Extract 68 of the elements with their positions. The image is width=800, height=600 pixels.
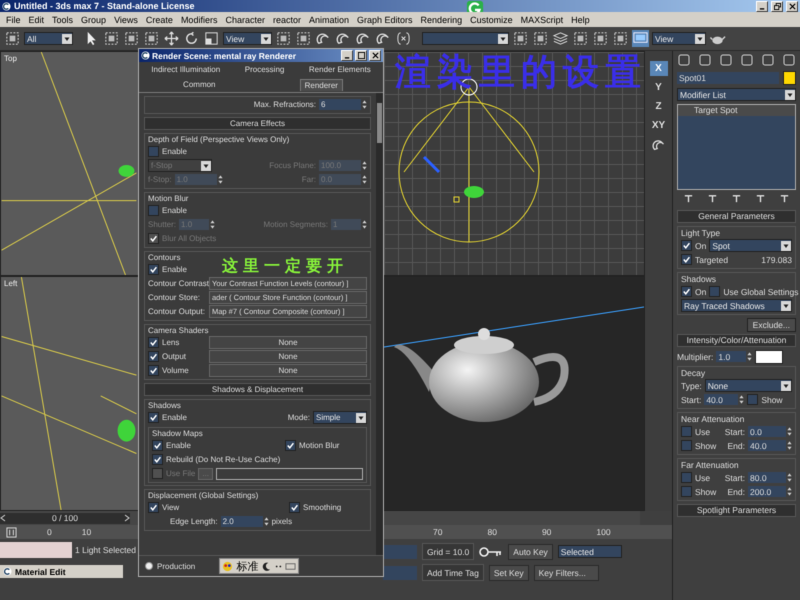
group-title: Depth of Field (Perspective Views Only)	[148, 135, 290, 144]
checkbox-label: Show	[695, 440, 716, 450]
ruler-tick-label: 70	[433, 527, 442, 537]
checkbox-label: Enable	[166, 441, 191, 450]
group-title: Shadows	[148, 401, 182, 410]
field-label: Start:	[724, 426, 745, 436]
group-title: Camera Shaders	[148, 326, 210, 335]
field-label: End:	[728, 486, 745, 496]
ruler-tick-label: 80	[487, 527, 497, 537]
checkbox-label: Show	[761, 394, 783, 404]
group-title: Light Type	[681, 228, 722, 238]
checkbox-label: Use	[695, 426, 710, 436]
window-title: Material Edit	[15, 566, 66, 576]
field-label: Contour Output:	[148, 307, 206, 316]
group-title: Motion Blur	[148, 194, 190, 203]
radio-label: Production	[157, 562, 196, 570]
dialog-title: Render Scene: mental ray Renderer	[152, 50, 296, 60]
group-title: Near Attenuation	[681, 414, 746, 424]
unit-label: pixels	[272, 517, 292, 526]
annotation-text: 渲染里的设置	[395, 55, 647, 91]
checkbox-label: Use	[695, 472, 710, 482]
field-label: Contour Store:	[148, 293, 202, 302]
group-title: Contours	[148, 253, 182, 262]
grid-size-text: Grid = 10.0	[422, 543, 474, 560]
group-title: Decay	[681, 368, 706, 378]
field-label: Type:	[681, 380, 702, 390]
field-label: Max. Refractions:	[254, 100, 316, 109]
checkbox-label: Targeted	[695, 254, 728, 264]
checkbox-label: Smoothing	[303, 503, 342, 512]
checkbox-label: Lens	[162, 338, 180, 347]
ruler-tick-label: 100	[596, 527, 611, 537]
field-label: Start:	[724, 472, 745, 482]
ruler-tick-label: 10	[82, 527, 92, 537]
checkbox-label: Enable	[162, 265, 187, 274]
checkbox-label: Motion Blur	[299, 441, 340, 450]
checkbox-label: Volume	[162, 366, 189, 375]
field-label: Edge Length:	[170, 517, 218, 526]
checkbox-label: Enable	[162, 147, 187, 156]
ruler-tick-label: 0	[47, 527, 52, 537]
field-label: Start:	[681, 394, 702, 404]
checkbox-label: On	[695, 240, 706, 250]
field-label: f-Stop:	[148, 175, 172, 184]
checkbox-label: Blur All Objects	[162, 234, 216, 243]
field-label: Far:	[302, 175, 316, 184]
window-title: Untitled - 3ds max 7 - Stand-alone License	[14, 1, 195, 11]
checkbox-label: Enable	[162, 413, 187, 422]
annotation-text: 这里一定要开	[222, 258, 348, 274]
group-title: Far Attenuation	[681, 460, 740, 470]
checkbox-label: Rebuild (Do Not Re-Use Cache)	[166, 455, 280, 464]
group-title: Shadow Maps	[152, 429, 204, 438]
checkbox-label: Use Global Settings	[723, 286, 798, 296]
status-text: 1 Light Selected	[75, 545, 136, 555]
ruler-tick-label: 90	[542, 527, 552, 537]
group-title: Displacement (Global Settings)	[148, 491, 260, 500]
field-label: Focus Plane:	[269, 161, 316, 170]
field-label: End:	[728, 440, 745, 450]
checkbox-label: Output	[162, 352, 186, 361]
group-title: Shadows	[681, 274, 717, 284]
checkbox-label: Use File	[166, 469, 196, 478]
field-label: Motion Segments:	[264, 220, 328, 229]
checkbox-label: Show	[695, 486, 716, 496]
checkbox-label: View	[162, 503, 180, 512]
field-label: Multiplier:	[677, 352, 714, 362]
field-label: Mode:	[288, 413, 310, 422]
field-label: Shutter:	[148, 220, 176, 229]
checkbox-label: On	[695, 286, 706, 296]
distance-text: 179.083	[761, 254, 792, 264]
checkbox-label: Enable	[162, 206, 187, 215]
